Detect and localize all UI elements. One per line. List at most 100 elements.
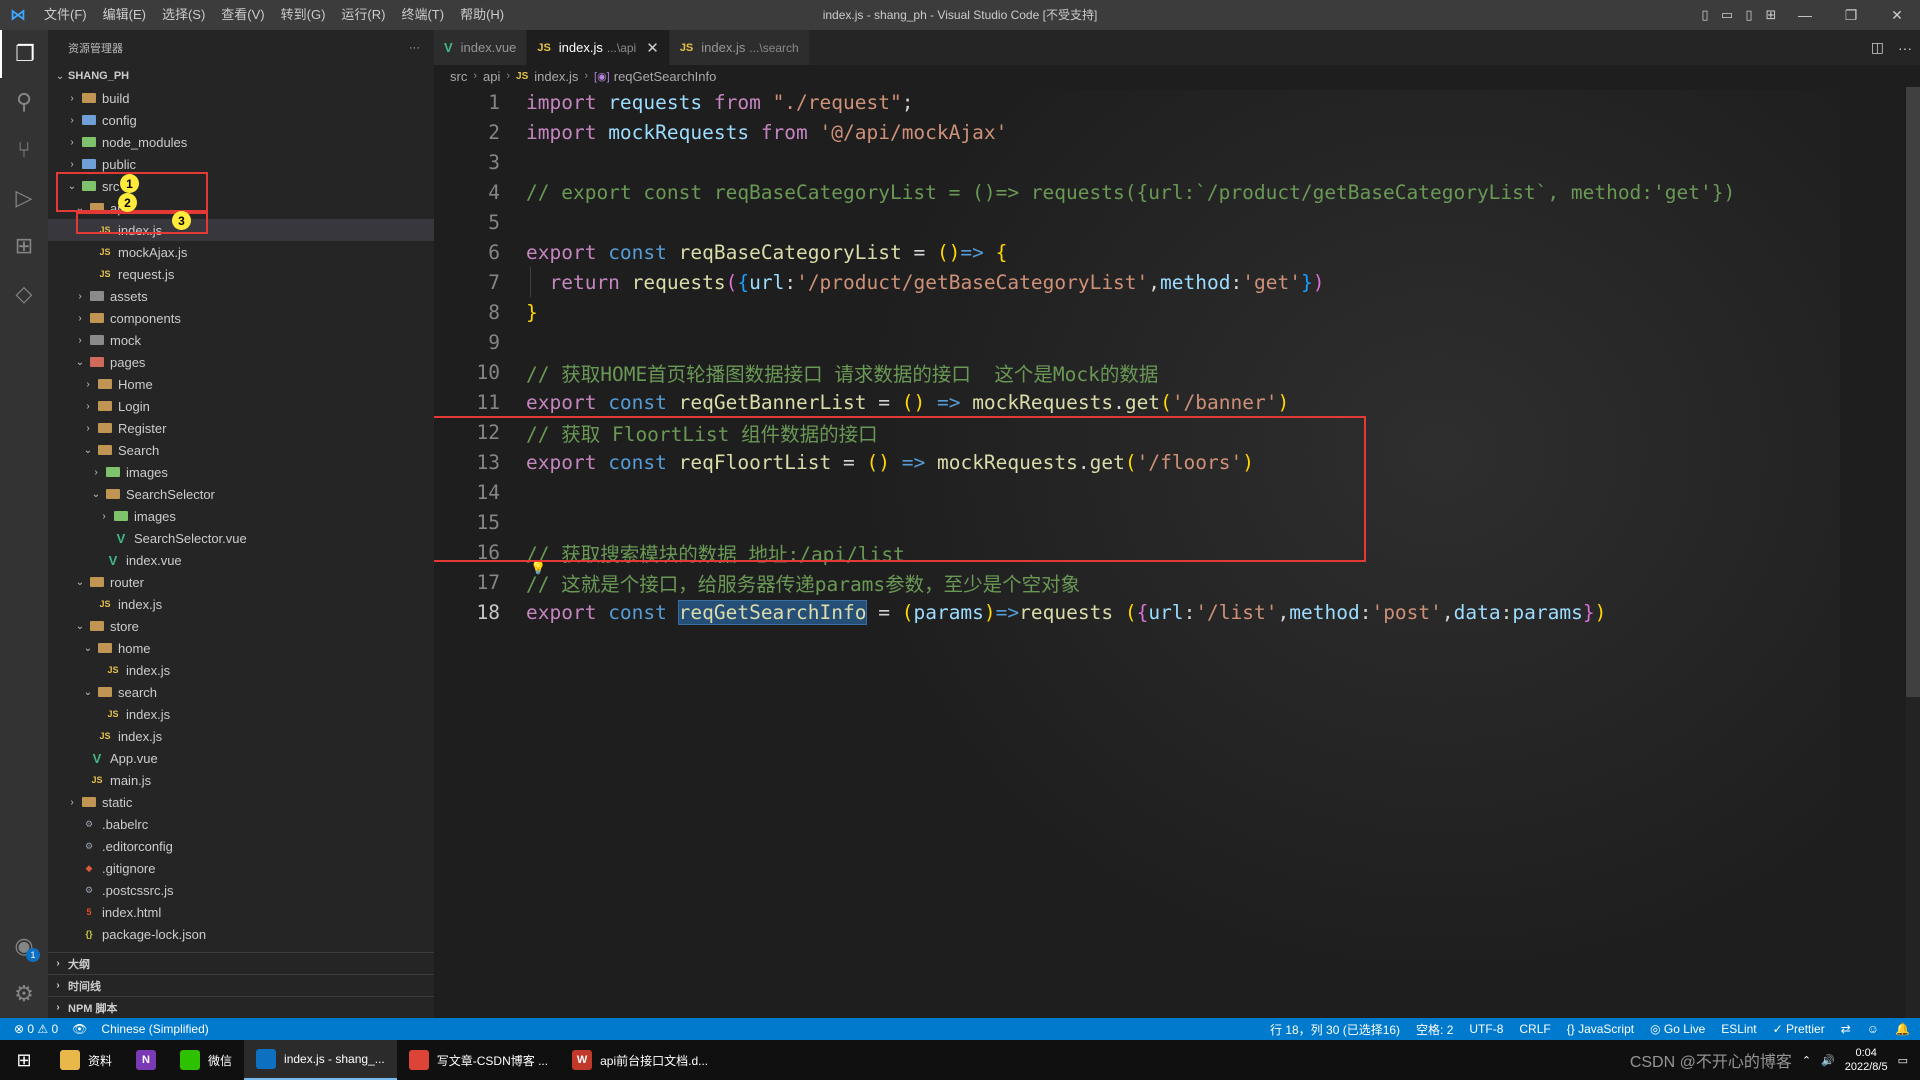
tray-up-arrow-icon[interactable]: ⌃ [1802,1054,1811,1067]
tree-folder[interactable]: ⌄ home [48,637,434,659]
tree-folder[interactable]: ⌄ src [48,175,434,197]
tree-folder[interactable]: ⌄ store [48,615,434,637]
taskbar-app[interactable]: chrome 写文章-CSDN博客 ... [397,1040,560,1080]
code-line[interactable]: 15 [434,507,1920,537]
gitlab-icon[interactable]: ◇ [0,270,48,318]
close-window-button[interactable]: ✕ [1874,0,1920,30]
breadcrumb-symbol[interactable]: reqGetSearchInfo [614,69,717,84]
tab-index-vue[interactable]: V index.vue [434,30,528,65]
tree-folder[interactable]: ⌄ Search [48,439,434,461]
code-line[interactable]: 3 [434,147,1920,177]
speaker-icon[interactable]: 🔊 [1821,1054,1835,1067]
editor-scrollbar[interactable] [1906,87,1920,1018]
code-line[interactable]: 5 [434,207,1920,237]
tree-file[interactable]: JS index.js [48,703,434,725]
tree-folder[interactable]: ⌄ SearchSelector [48,483,434,505]
tree-folder[interactable]: › Register [48,417,434,439]
menu-help[interactable]: 帮助(H) [452,0,512,30]
code-line[interactable]: 14 [434,477,1920,507]
breadcrumb-api[interactable]: api [483,69,500,84]
language-pack-status[interactable]: Chinese (Simplified) [101,1022,208,1036]
tree-file[interactable]: JS mockAjax.js [48,241,434,263]
code-line[interactable]: 8} [434,297,1920,327]
tree-file[interactable]: JS main.js [48,769,434,791]
tree-file[interactable]: 5 index.html [48,901,434,923]
code-line[interactable]: 17 // 这就是个接口，给服务器传递params参数，至少是个空对象 💡 [434,561,1920,597]
tree-folder[interactable]: › Home [48,373,434,395]
taskbar-app[interactable]: N [124,1040,168,1080]
run-debug-icon[interactable]: ▷ [0,174,48,222]
close-tab-icon[interactable]: ✕ [646,39,659,57]
taskbar-app[interactable]: folder 资料 [48,1040,124,1080]
timeline-panel-header[interactable]: › 时间线 [48,974,434,996]
outline-panel-header[interactable]: › 大纲 [48,952,434,974]
breadcrumb-file[interactable]: index.js [534,69,578,84]
tab-index-js-api[interactable]: JS index.js ...\api ✕ [527,30,670,65]
code-line[interactable]: 13 export const reqFloortList = () => moc… [434,447,1920,477]
tree-file[interactable]: JS index.js [48,659,434,681]
tree-folder[interactable]: › node_modules [48,131,434,153]
clock[interactable]: 0:04 2022/8/5 [1845,1046,1888,1074]
code-line[interactable]: 16 // 获取搜索模块的数据 地址:/api/list [434,537,1920,567]
customize-layout-icon[interactable]: ⊞ [1760,0,1782,30]
code-line[interactable]: 2 import mockRequests from '@/api/mockAja… [434,117,1920,147]
eol-status[interactable]: CRLF [1519,1022,1550,1036]
tree-file[interactable]: JS index.js [48,593,434,615]
tree-folder[interactable]: ⌄ search [48,681,434,703]
extensions-icon[interactable]: ⊞ [0,222,48,270]
code-line[interactable]: 9 [434,327,1920,357]
tab-index-js-search[interactable]: JS index.js ...\search [669,30,810,65]
code-line[interactable]: 18 export const reqGetSearchInfo = (param… [434,597,1920,627]
tree-folder[interactable]: › build [48,87,434,109]
taskbar-app[interactable]: wechat 微信 [168,1040,244,1080]
tree-folder[interactable]: › mock [48,329,434,351]
minimize-button[interactable]: — [1782,0,1828,30]
code-line[interactable]: 7 return requests({url:'/product/getBase… [434,267,1920,297]
toggle-secondary-sidebar-icon[interactable]: ▯ [1738,0,1760,30]
tree-file[interactable]: ⚙ .postcssrc.js [48,879,434,901]
restore-button[interactable]: ❐ [1828,0,1874,30]
tree-file[interactable]: JS index.js [48,725,434,747]
explorer-more-icon[interactable]: ··· [409,42,420,54]
menu-go[interactable]: 转到(G) [273,0,334,30]
tree-folder[interactable]: › config [48,109,434,131]
tree-folder[interactable]: › assets [48,285,434,307]
split-editor-icon[interactable]: ◫ [1871,39,1884,56]
language-mode-status[interactable]: {} JavaScript [1567,1022,1634,1036]
code-line[interactable]: 4 // export const reqBaseCategoryList = (… [434,177,1920,207]
encoding-status[interactable]: UTF-8 [1469,1022,1503,1036]
notifications-bell-icon[interactable]: 🔔 [1895,1022,1910,1036]
code-line[interactable]: 11 export const reqGetBannerList = () => … [434,387,1920,417]
taskbar-app[interactable]: vscode index.js - shang_... [244,1040,397,1080]
prettier-status[interactable]: ✓ Prettier [1773,1022,1825,1036]
windows-start-icon[interactable]: ⊞ [0,1040,48,1080]
breadcrumb-src[interactable]: src [450,69,467,84]
tree-file[interactable]: ⚙ .editorconfig [48,835,434,857]
live-share-icon[interactable]: ⇄ [1841,1022,1851,1036]
tree-folder[interactable]: › static [48,791,434,813]
tree-file[interactable]: ◆ .gitignore [48,857,434,879]
explorer-icon[interactable]: ❐ [0,30,48,78]
tree-file[interactable]: JS index.js [48,219,434,241]
menu-file[interactable]: 文件(F) [36,0,95,30]
lightbulb-icon[interactable]: 💡 [530,561,546,576]
tree-file[interactable]: V SearchSelector.vue [48,527,434,549]
feedback-icon[interactable]: ☺ [1867,1022,1879,1036]
tree-folder[interactable]: ⌄ api [48,197,434,219]
source-control-icon[interactable]: ⑂ [0,126,48,174]
accounts-icon[interactable]: ◉ 1 [0,922,48,970]
tree-folder[interactable]: › components [48,307,434,329]
go-live-status[interactable]: ◎ Go Live [1650,1022,1705,1036]
tree-folder[interactable]: › Login [48,395,434,417]
editor-more-icon[interactable]: ··· [1898,40,1912,56]
tree-folder[interactable]: ⌄ router [48,571,434,593]
tree-file[interactable]: V App.vue [48,747,434,769]
notification-center-icon[interactable]: ▭ [1898,1054,1908,1067]
tree-file[interactable]: ⚙ .babelrc [48,813,434,835]
code-line[interactable]: 6 export const reqBaseCategoryList = ()=>… [434,237,1920,267]
scrollbar-thumb[interactable] [1906,87,1920,697]
code-editor[interactable]: 1 import requests from "./request"; 2 impor… [434,87,1920,627]
indentation-status[interactable]: 空格: 2 [1416,1021,1453,1038]
tree-folder[interactable]: › public [48,153,434,175]
cursor-position-status[interactable]: 行 18，列 30 (已选择16) [1270,1021,1400,1038]
